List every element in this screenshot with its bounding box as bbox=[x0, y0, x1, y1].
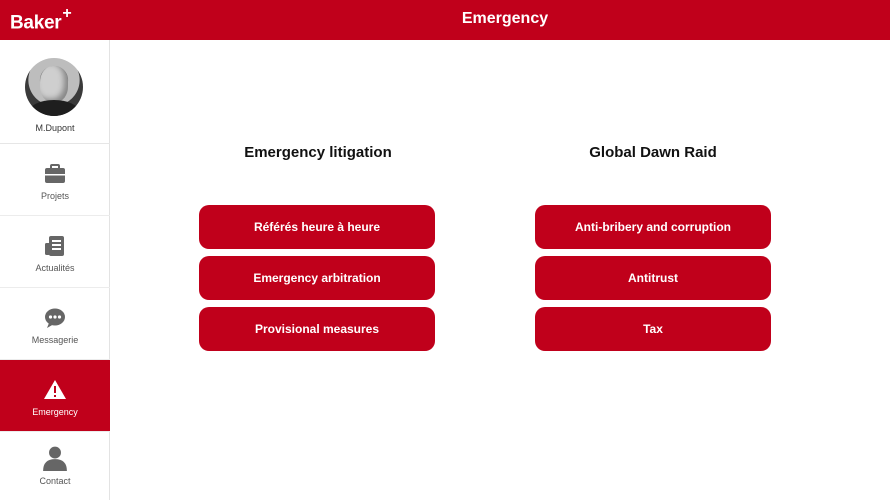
section-title-emergency-litigation: Emergency litigation bbox=[244, 144, 392, 161]
sidebar-item-emergency[interactable]: Emergency bbox=[0, 360, 110, 432]
sidebar-item-label: Projets bbox=[40, 191, 69, 201]
profile-name: M.Dupont bbox=[35, 123, 75, 133]
tax-button[interactable]: Tax bbox=[535, 307, 771, 351]
sidebar-item-messagerie[interactable]: Messagerie bbox=[0, 288, 110, 360]
sidebar-item-actualites[interactable]: Actualités bbox=[0, 216, 110, 288]
section-title-global-dawn-raid: Global Dawn Raid bbox=[589, 144, 717, 161]
referes-heure-button[interactable]: Référés heure à heure bbox=[199, 205, 435, 249]
warning-icon bbox=[44, 380, 66, 399]
page-title: Emergency bbox=[461, 10, 549, 27]
news-icon bbox=[45, 236, 64, 256]
profile-card[interactable]: M.Dupont bbox=[0, 40, 110, 144]
antitrust-button[interactable]: Antitrust bbox=[535, 256, 771, 300]
sidebar-item-label: Messagerie bbox=[31, 335, 79, 345]
briefcase-icon bbox=[45, 164, 65, 183]
avatar bbox=[25, 58, 83, 116]
provisional-measures-button[interactable]: Provisional measures bbox=[199, 307, 435, 351]
sidebar-item-contact[interactable]: Contact bbox=[0, 432, 110, 500]
sidebar-item-label: Actualités bbox=[35, 263, 75, 273]
sidebar-item-label: Emergency bbox=[32, 407, 78, 417]
sidebar-item-projets[interactable]: Projets bbox=[0, 144, 110, 216]
anti-bribery-button[interactable]: Anti-bribery and corruption bbox=[535, 205, 771, 249]
top-bar: Baker+ Emergency bbox=[0, 0, 890, 40]
sidebar-item-label: Contact bbox=[39, 476, 71, 486]
chat-bubble-icon bbox=[45, 308, 65, 328]
person-icon bbox=[43, 446, 67, 471]
sidebar: M.Dupont Projets Actualités Messagerie E… bbox=[0, 40, 110, 500]
emergency-arbitration-button[interactable]: Emergency arbitration bbox=[199, 256, 435, 300]
